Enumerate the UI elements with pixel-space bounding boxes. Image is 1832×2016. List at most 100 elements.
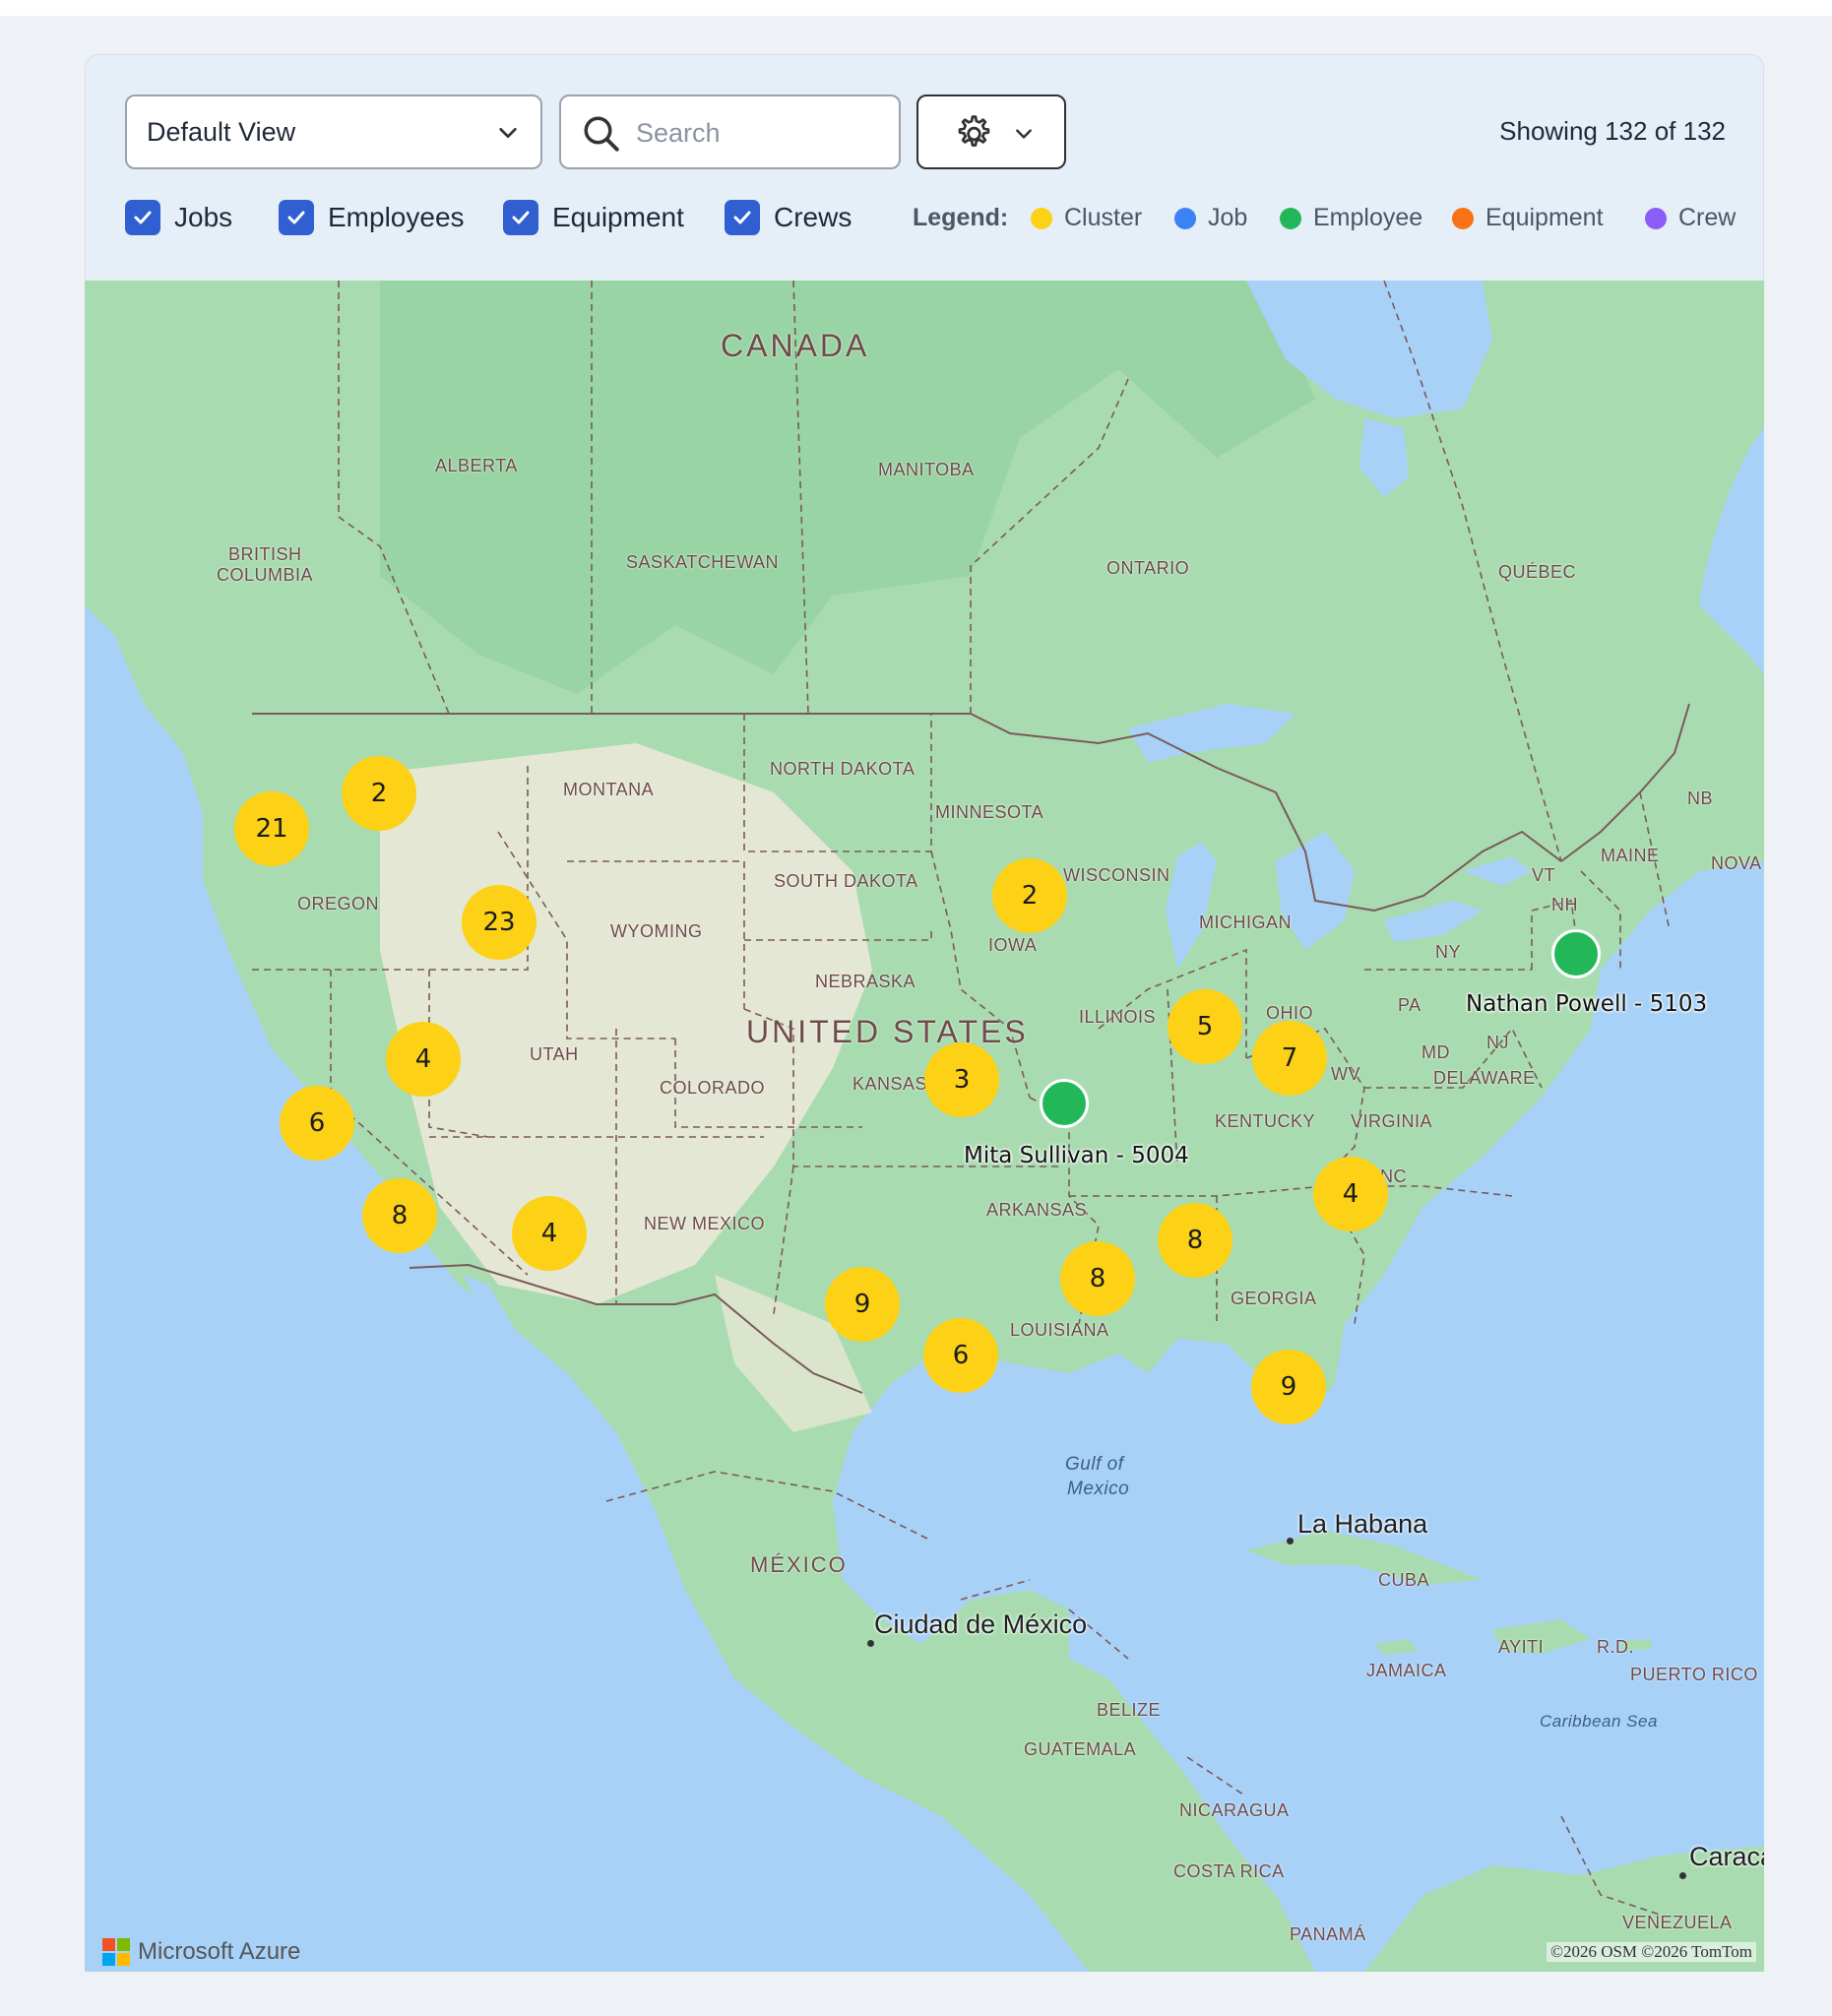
map-label-region: PUERTO RICO xyxy=(1630,1665,1758,1684)
map-label-region: WYOMING xyxy=(610,921,703,941)
employee-marker-label: Nathan Powell - 5103 xyxy=(1466,991,1708,1017)
top-bar xyxy=(0,0,1832,16)
legend-dot xyxy=(1645,207,1667,229)
legend-label: Cluster xyxy=(1064,204,1143,231)
map-label-country: MÉXICO xyxy=(750,1552,848,1577)
map-label-region: DELAWARE xyxy=(1433,1068,1536,1088)
map-label-region: KANSAS xyxy=(853,1074,928,1094)
map-label-region: UTAH xyxy=(530,1044,579,1064)
legend-dot xyxy=(1280,207,1301,229)
map-label-city: Ciudad de México xyxy=(874,1609,1088,1639)
map-label-city: La Habana xyxy=(1297,1509,1428,1539)
gear-icon xyxy=(958,115,990,147)
map-label-region: MAINE xyxy=(1601,846,1660,865)
legend-dot xyxy=(1174,207,1196,229)
map-label-region: WV xyxy=(1331,1064,1360,1084)
search-input[interactable] xyxy=(634,110,884,156)
map-label-region: KENTUCKY xyxy=(1215,1111,1316,1131)
cluster-marker[interactable]: 6 xyxy=(923,1318,998,1393)
cluster-marker[interactable]: 9 xyxy=(1251,1350,1326,1424)
map-label-region: MICHIGAN xyxy=(1199,913,1292,932)
map-label-country: UNITED STATES xyxy=(746,1014,1029,1049)
page: Default View Showing 132 of 132 Jobs Emp… xyxy=(0,0,1832,2016)
cluster-marker[interactable]: 4 xyxy=(386,1022,461,1097)
cluster-marker[interactable]: 4 xyxy=(1313,1157,1388,1231)
map-label-region: VIRGINIA xyxy=(1351,1111,1433,1131)
map-label-region: NICARAGUA xyxy=(1179,1800,1290,1820)
map-label-region: ARKANSAS xyxy=(986,1200,1088,1220)
cluster-marker[interactable]: 8 xyxy=(1158,1203,1232,1278)
map-label-region: JAMAICA xyxy=(1366,1661,1447,1680)
filter-crews[interactable]: Crews xyxy=(725,198,852,237)
map-label-water: Gulf of xyxy=(1065,1454,1124,1475)
city-dot xyxy=(1287,1538,1294,1544)
legend-cluster: Cluster xyxy=(1031,204,1142,232)
map-label-water: Mexico xyxy=(1067,1479,1130,1499)
checkbox-checked-icon[interactable] xyxy=(279,200,314,235)
legend-label: Equipment xyxy=(1485,204,1604,231)
brand-label: Microsoft Azure xyxy=(138,1938,301,1965)
filter-label: Employees xyxy=(328,202,465,232)
map-label-region: SASKATCHEWAN xyxy=(626,552,780,572)
cluster-marker[interactable]: 9 xyxy=(825,1267,900,1342)
city-dot xyxy=(1679,1872,1686,1879)
map-label-region: GEORGIA xyxy=(1231,1289,1317,1308)
map-label-region: NB xyxy=(1687,788,1714,808)
map-label-region: VT xyxy=(1532,865,1556,885)
map-label-region: LOUISIANA xyxy=(1010,1320,1109,1340)
map-label-region: NEBRASKA xyxy=(815,972,916,991)
map-label-region: PA xyxy=(1398,995,1421,1015)
filter-employees[interactable]: Employees xyxy=(279,198,465,237)
checkbox-checked-icon[interactable] xyxy=(125,200,160,235)
map-label-region: R.D. xyxy=(1597,1637,1634,1657)
cluster-marker[interactable]: 3 xyxy=(924,1042,999,1117)
map-label-region: COLUMBIA xyxy=(217,565,314,585)
legend-title: Legend: xyxy=(913,204,1009,231)
legend-dot xyxy=(1031,207,1052,229)
cluster-marker[interactable]: 5 xyxy=(1168,989,1242,1064)
legend-dot xyxy=(1452,207,1474,229)
map-label-region: BELIZE xyxy=(1097,1700,1162,1720)
legend-equipment: Equipment xyxy=(1452,204,1604,232)
filter-jobs[interactable]: Jobs xyxy=(125,198,232,237)
map-label-water: Caribbean Sea xyxy=(1540,1712,1658,1731)
map-label-region: ILLINOIS xyxy=(1079,1007,1157,1027)
filter-panel: Default View Showing 132 of 132 Jobs Emp… xyxy=(85,54,1764,281)
map-label-region: MANITOBA xyxy=(878,460,975,479)
map-canvas[interactable]: CANADA UNITED STATES MÉXICO ALBERTA BRIT… xyxy=(85,281,1764,1972)
filter-label: Jobs xyxy=(174,202,233,232)
cluster-marker[interactable]: 2 xyxy=(992,858,1067,933)
map-label-region: AYITI xyxy=(1498,1637,1545,1657)
settings-button[interactable] xyxy=(916,94,1066,169)
cluster-marker[interactable]: 2 xyxy=(342,756,416,831)
employee-marker[interactable] xyxy=(1551,929,1601,978)
map-label-region: VENEZUELA xyxy=(1622,1913,1733,1932)
map-label-region: SOUTH DAKOTA xyxy=(774,871,918,891)
map-label-region: COSTA RICA xyxy=(1173,1861,1285,1881)
employee-marker[interactable] xyxy=(1040,1079,1089,1128)
map-label-region: NEW MEXICO xyxy=(644,1214,766,1233)
checkbox-checked-icon[interactable] xyxy=(503,200,538,235)
map-label-city: Caraca xyxy=(1689,1842,1764,1871)
filter-equipment[interactable]: Equipment xyxy=(503,198,684,237)
chevron-down-icon xyxy=(499,127,517,139)
cluster-marker[interactable]: 23 xyxy=(462,885,537,960)
cluster-marker[interactable]: 7 xyxy=(1252,1021,1327,1096)
cluster-marker[interactable]: 8 xyxy=(362,1178,437,1253)
search-icon xyxy=(584,116,619,152)
map-label-region: COLORADO xyxy=(660,1078,766,1098)
view-select-value: Default View xyxy=(147,116,296,147)
cluster-marker[interactable]: 21 xyxy=(234,791,309,866)
cluster-marker[interactable]: 8 xyxy=(1060,1241,1135,1316)
legend-label: Job xyxy=(1208,204,1248,231)
map-label-region: NJ xyxy=(1486,1033,1509,1052)
filter-label: Equipment xyxy=(552,202,684,232)
cluster-marker[interactable]: 4 xyxy=(512,1196,587,1271)
view-select[interactable]: Default View xyxy=(125,94,542,169)
cluster-marker[interactable]: 6 xyxy=(280,1086,354,1161)
search-box[interactable] xyxy=(559,94,901,169)
map-label-region: IOWA xyxy=(988,935,1038,955)
checkbox-checked-icon[interactable] xyxy=(725,200,760,235)
legend-job: Job xyxy=(1174,204,1247,232)
map-label-region: NY xyxy=(1435,942,1462,962)
